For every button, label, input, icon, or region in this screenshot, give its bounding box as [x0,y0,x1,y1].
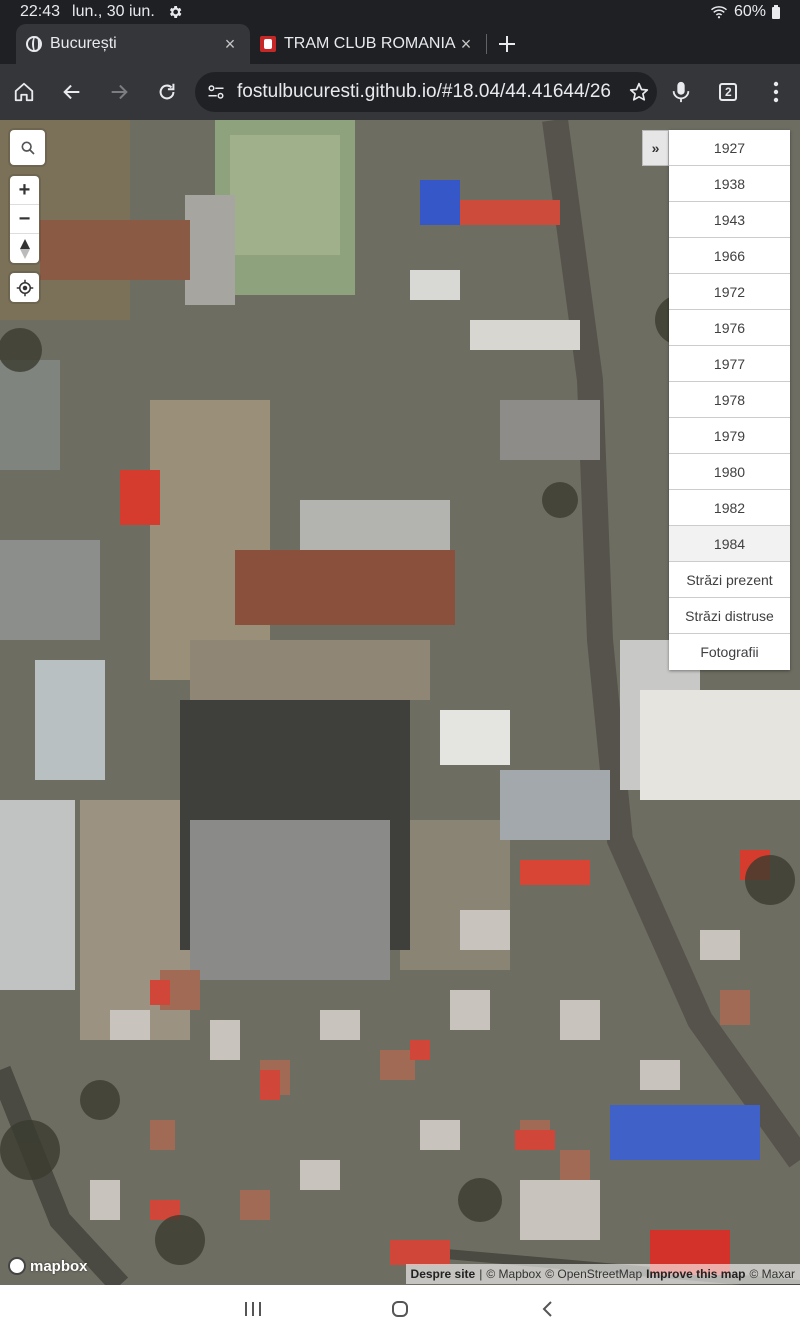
layer-item-1979[interactable]: 1979 [669,418,790,454]
battery-icon [772,5,780,19]
geolocate-control [10,273,39,302]
layer-item-1966[interactable]: 1966 [669,238,790,274]
about-site-link[interactable]: Despre site [411,1267,476,1281]
status-date: lun., 30 iun. [72,3,155,20]
layer-item-strazi-prezent[interactable]: Străzi prezent [669,562,790,598]
reload-button[interactable] [143,64,191,120]
search-button[interactable] [10,130,45,165]
maxar-attribution-link[interactable]: © Maxar [749,1267,795,1281]
battery-level: 60% [733,3,766,20]
search-icon [21,141,35,155]
attribution-separator: | [479,1267,483,1281]
improve-map-link[interactable]: Improve this map [646,1267,745,1281]
zoom-in-button[interactable]: + [10,176,39,205]
new-tab-button[interactable] [487,24,527,64]
mapbox-mark-icon [8,1257,26,1275]
home-icon [14,82,34,102]
geocoder-control [10,130,45,165]
tab-bucuresti[interactable]: București × [16,24,250,64]
chevron-left-icon [542,1301,552,1317]
mic-icon [672,81,689,103]
status-bar: 22:43 lun., 30 iun. 60% [0,0,800,24]
tab-title: TRAM CLUB ROMANIA :: [284,35,456,52]
menu-icon [773,81,779,103]
layer-item-1943[interactable]: 1943 [669,202,790,238]
tram-favicon-icon [260,36,276,52]
home-circle-icon [391,1301,408,1317]
tab-strip: București × TRAM CLUB ROMANIA :: × [0,24,800,64]
zoom-out-button[interactable]: − [10,205,39,234]
layer-item-1972[interactable]: 1972 [669,274,790,310]
navigation-control: + − [10,176,39,263]
url-text[interactable]: fostulbucuresti.github.io/#18.04/44.4164… [237,81,629,103]
recents-button[interactable] [233,1289,273,1329]
address-bar[interactable]: fostulbucuresti.github.io/#18.04/44.4164… [195,72,657,112]
back-arrow-icon [62,84,79,100]
bookmark-star-icon[interactable] [629,82,649,102]
tab-title: București [50,35,117,52]
layer-item-1984[interactable]: 1984 [669,526,790,562]
geolocate-button[interactable] [10,273,39,302]
mapbox-logo-text: mapbox [30,1257,88,1275]
layer-item-fotografii[interactable]: Fotografii [669,634,790,670]
layer-item-1976[interactable]: 1976 [669,310,790,346]
back-button[interactable] [48,64,96,120]
close-icon[interactable]: × [220,34,240,55]
home-button[interactable] [0,64,48,120]
status-time: 22:43 [20,3,61,20]
browser-toolbar: fostulbucuresti.github.io/#18.04/44.4164… [0,64,800,120]
layer-item-strazi-distruse[interactable]: Străzi distruse [669,598,790,634]
locate-crosshair-icon [16,279,33,296]
reload-icon [159,83,175,100]
site-settings-icon[interactable] [207,83,225,101]
layer-list: 1927 1938 1943 1966 1972 1976 1977 1978 … [669,130,790,670]
layer-item-1980[interactable]: 1980 [669,454,790,490]
tab-count: 2 [719,83,738,101]
osm-attribution-link[interactable]: © OpenStreetMap [545,1267,642,1281]
globe-icon [26,36,42,52]
mapbox-attribution-link[interactable]: © Mapbox [486,1267,541,1281]
forward-button[interactable] [96,64,144,120]
layer-item-1927[interactable]: 1927 [669,130,790,166]
mapbox-logo[interactable]: mapbox [8,1257,88,1275]
plus-icon [499,36,515,52]
map-attribution: Despre site | © Mapbox © OpenStreetMap I… [405,1264,800,1284]
layer-item-1938[interactable]: 1938 [669,166,790,202]
forward-arrow-icon [112,84,129,100]
compass-icon [19,238,30,259]
tab-tram-club[interactable]: TRAM CLUB ROMANIA :: × [250,24,486,64]
tab-switcher-button[interactable]: 2 [704,64,752,120]
settings-gear-icon [169,6,182,18]
home-nav-button[interactable] [380,1289,420,1329]
close-icon[interactable]: × [456,34,476,55]
back-nav-button[interactable] [527,1289,567,1329]
layer-item-1982[interactable]: 1982 [669,490,790,526]
system-navigation-bar [0,1285,800,1333]
compass-button[interactable] [10,234,39,263]
menu-button[interactable] [752,64,800,120]
layer-item-1978[interactable]: 1978 [669,382,790,418]
wifi-icon [710,6,727,19]
layer-item-1977[interactable]: 1977 [669,346,790,382]
layer-panel-toggle[interactable]: » [642,130,669,166]
recents-icon [245,1302,262,1316]
satellite-map[interactable]: + − » 1927 1938 1943 1966 1972 1976 1977… [0,120,800,1285]
voice-search-button[interactable] [657,64,705,120]
